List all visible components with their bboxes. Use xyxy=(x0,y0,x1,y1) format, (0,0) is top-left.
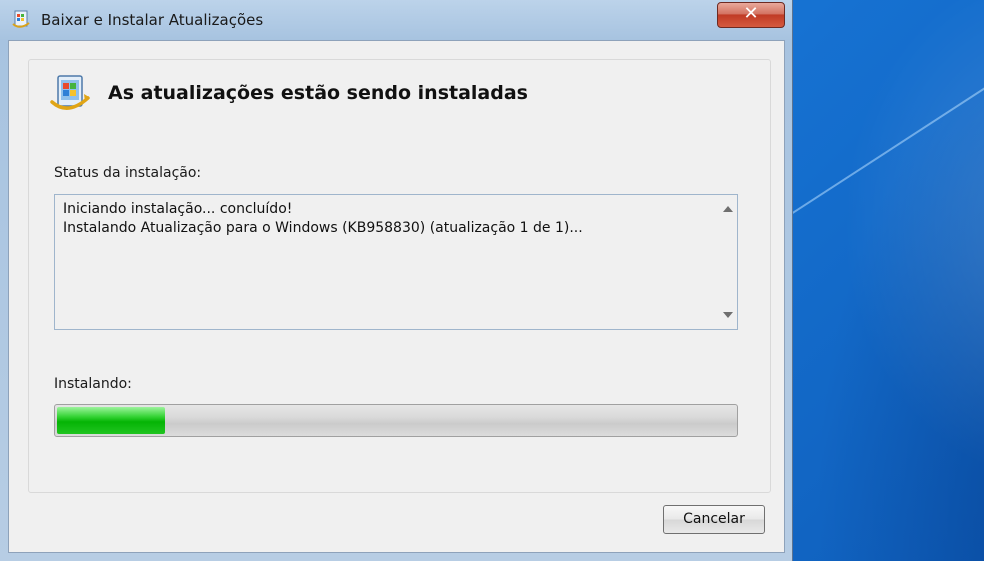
page-title: As atualizações estão sendo instaladas xyxy=(108,82,528,104)
cancel-button[interactable]: Cancelar xyxy=(663,505,765,534)
close-button[interactable]: ✕ xyxy=(717,2,785,28)
log-line: Instalando Atualização para o Windows (K… xyxy=(63,220,583,236)
status-label: Status da instalação: xyxy=(54,165,202,181)
progress-bar xyxy=(54,404,738,437)
title-bar[interactable]: Baixar e Instalar Atualizações ✕ xyxy=(0,0,793,40)
progress-label: Instalando: xyxy=(54,376,132,392)
desktop-background xyxy=(780,0,984,561)
log-scrollbar[interactable] xyxy=(719,196,736,328)
scroll-down-arrow-icon[interactable] xyxy=(723,312,733,318)
window-client-area: As atualizações estão sendo instaladas S… xyxy=(8,40,785,553)
window-title: Baixar e Instalar Atualizações xyxy=(41,11,264,29)
windows-update-icon xyxy=(48,72,92,116)
scroll-up-arrow-icon[interactable] xyxy=(723,206,733,212)
installation-log[interactable]: Iniciando instalação... concluído! Insta… xyxy=(54,194,738,330)
windows-update-small-icon xyxy=(12,10,32,30)
log-line: Iniciando instalação... concluído! xyxy=(63,201,293,217)
update-window: Baixar e Instalar Atualizações ✕ As atua… xyxy=(0,0,793,561)
progress-bar-fill xyxy=(57,407,165,434)
